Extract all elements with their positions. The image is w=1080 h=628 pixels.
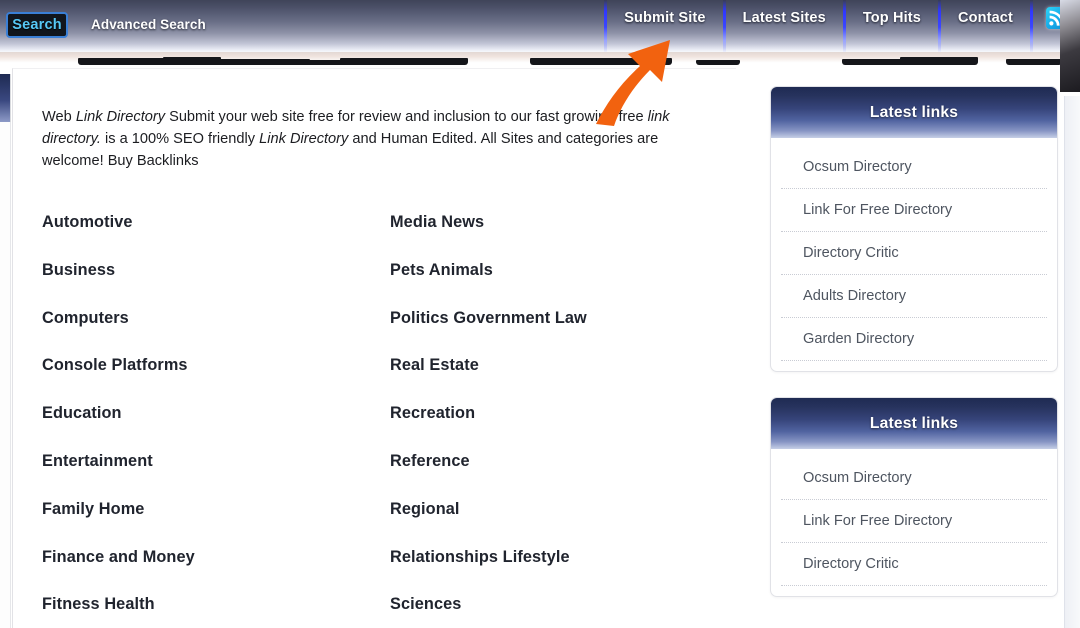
sidebar-link-link-for-free-directory[interactable]: Link For Free Directory — [781, 500, 1047, 543]
category-link-media-news[interactable]: Media News — [382, 213, 722, 261]
widget-header: Latest links — [771, 398, 1057, 449]
category-column-left: Automotive Business Computers Console Pl… — [42, 213, 382, 628]
top-navigation-bar: Search Advanced Search Submit Site Lates… — [0, 0, 1080, 52]
page-root: Search Advanced Search Submit Site Lates… — [0, 0, 1080, 628]
widget-body: Ocsum Directory Link For Free Directory … — [771, 449, 1057, 596]
main-content-panel: Web Link Directory Submit your web site … — [12, 68, 736, 628]
banner-silhouette — [1006, 59, 1062, 65]
latest-links-widget-2: Latest links Ocsum Directory Link For Fr… — [770, 397, 1058, 597]
category-grid: Automotive Business Computers Console Pl… — [42, 213, 722, 628]
category-link-entertainment[interactable]: Entertainment — [42, 452, 382, 500]
category-link-family-home[interactable]: Family Home — [42, 500, 382, 548]
intro-emphasis-1: Link Directory — [75, 109, 166, 125]
category-link-business[interactable]: Business — [42, 261, 382, 309]
nav-item-latest-sites[interactable]: Latest Sites — [726, 0, 843, 52]
widget-body: Ocsum Directory Link For Free Directory … — [771, 138, 1057, 371]
category-link-reference[interactable]: Reference — [382, 452, 722, 500]
advanced-search-link[interactable]: Advanced Search — [91, 17, 206, 32]
intro-part-1: Web — [42, 109, 76, 125]
intro-part-3: is a 100% SEO friendly — [100, 131, 260, 147]
banner-silhouette — [340, 58, 468, 65]
left-edge-widget-header — [0, 74, 11, 122]
category-column-right: Media News Pets Animals Politics Governm… — [382, 213, 722, 628]
right-edge-photo-fragment — [1060, 0, 1080, 92]
banner-silhouette — [696, 60, 740, 65]
latest-links-widget-1: Latest links Ocsum Directory Link For Fr… — [770, 86, 1058, 372]
category-link-relationships-lifestyle[interactable]: Relationships Lifestyle — [382, 548, 722, 596]
widget-title: Latest links — [869, 414, 959, 432]
primary-nav: Submit Site Latest Sites Top Hits Contac… — [604, 0, 1080, 52]
sidebar-link-ocsum-directory[interactable]: Ocsum Directory — [781, 457, 1047, 500]
category-link-sciences[interactable]: Sciences — [382, 595, 722, 628]
category-link-finance-and-money[interactable]: Finance and Money — [42, 548, 382, 596]
category-link-regional[interactable]: Regional — [382, 500, 722, 548]
category-link-computers[interactable]: Computers — [42, 309, 382, 357]
widget-header: Latest links — [771, 87, 1057, 138]
banner-silhouette — [604, 60, 640, 65]
banner-silhouette — [530, 58, 672, 65]
nav-item-contact[interactable]: Contact — [941, 0, 1030, 52]
category-link-console-platforms[interactable]: Console Platforms — [42, 356, 382, 404]
intro-part-2: Submit your web site free for review and… — [165, 109, 648, 125]
sidebar-link-garden-directory[interactable]: Garden Directory — [781, 318, 1047, 361]
category-link-education[interactable]: Education — [42, 404, 382, 452]
banner-silhouette — [190, 59, 310, 65]
left-edge-widget-body — [0, 122, 11, 628]
sidebar: Latest links Ocsum Directory Link For Fr… — [770, 86, 1058, 622]
sidebar-link-directory-critic[interactable]: Directory Critic — [781, 232, 1047, 275]
category-link-fitness-health[interactable]: Fitness Health — [42, 595, 382, 628]
right-edge-rail — [1064, 96, 1080, 628]
sidebar-link-adults-directory[interactable]: Adults Directory — [781, 275, 1047, 318]
intro-paragraph: Web Link Directory Submit your web site … — [42, 106, 710, 172]
category-link-recreation[interactable]: Recreation — [382, 404, 722, 452]
search-button[interactable]: Search — [6, 12, 68, 38]
nav-separator — [1030, 0, 1033, 52]
sidebar-link-link-for-free-directory[interactable]: Link For Free Directory — [781, 189, 1047, 232]
banner-silhouette — [900, 57, 978, 65]
nav-item-submit-site[interactable]: Submit Site — [607, 0, 722, 52]
category-link-pets-animals[interactable]: Pets Animals — [382, 261, 722, 309]
category-link-politics-government-law[interactable]: Politics Government Law — [382, 309, 722, 357]
search-button-label: Search — [12, 17, 62, 33]
category-link-real-estate[interactable]: Real Estate — [382, 356, 722, 404]
widget-title: Latest links — [869, 103, 959, 121]
sidebar-link-directory-critic[interactable]: Directory Critic — [781, 543, 1047, 586]
intro-emphasis-3: Link Directory — [259, 131, 349, 147]
nav-item-top-hits[interactable]: Top Hits — [846, 0, 938, 52]
sidebar-link-ocsum-directory[interactable]: Ocsum Directory — [781, 146, 1047, 189]
category-link-automotive[interactable]: Automotive — [42, 213, 382, 261]
